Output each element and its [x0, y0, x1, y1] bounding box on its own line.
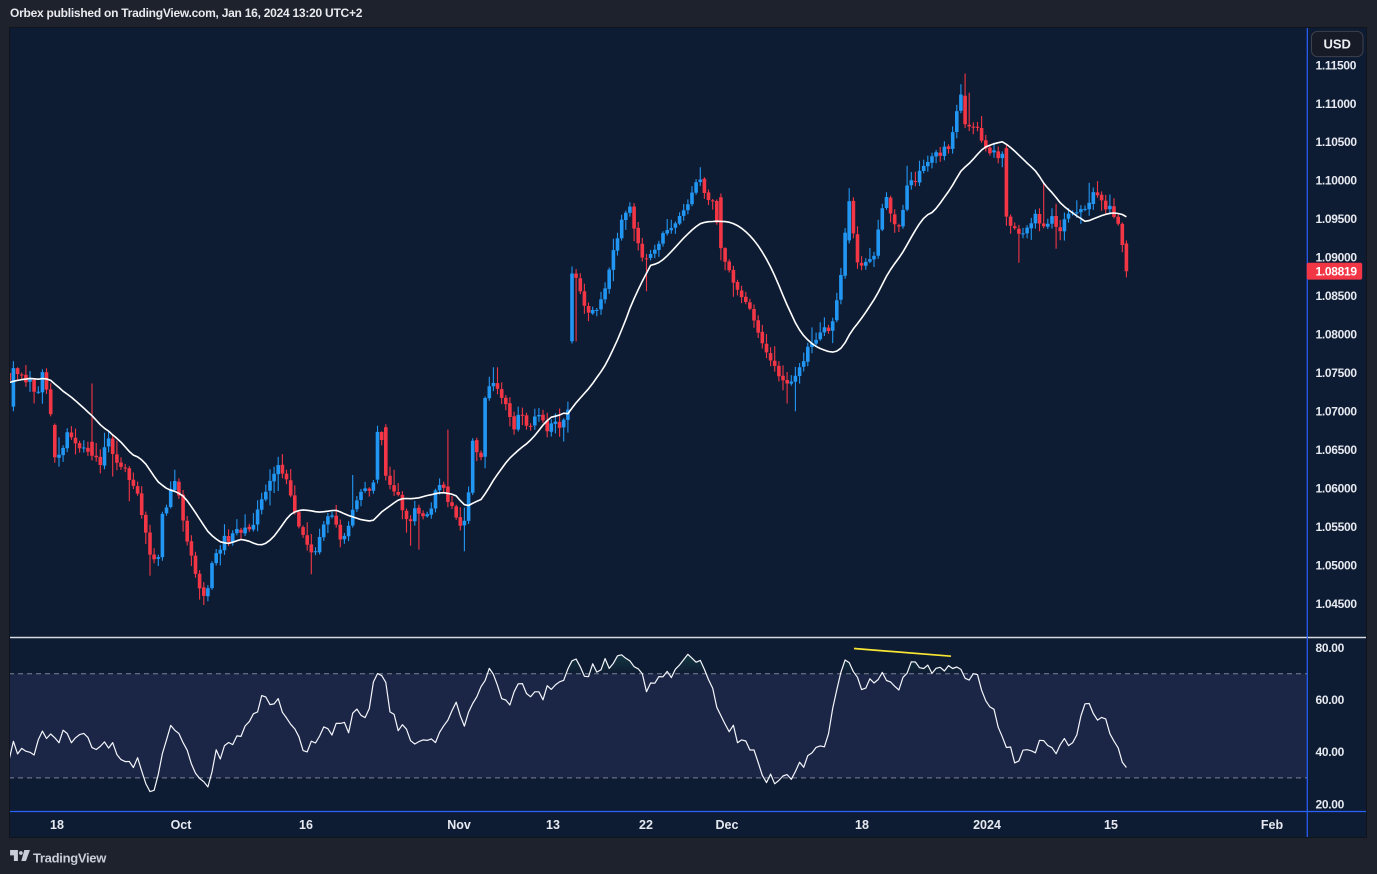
svg-text:1.10000: 1.10000	[1316, 174, 1358, 188]
svg-text:Feb: Feb	[1261, 818, 1284, 832]
svg-text:18: 18	[50, 818, 64, 832]
svg-text:1.11500: 1.11500	[1316, 58, 1357, 72]
svg-text:1.07000: 1.07000	[1316, 405, 1358, 419]
svg-text:1.05500: 1.05500	[1316, 520, 1358, 534]
svg-text:TradingView: TradingView	[33, 851, 107, 866]
svg-text:60.00: 60.00	[1316, 693, 1345, 707]
svg-text:1.10500: 1.10500	[1316, 135, 1358, 149]
svg-text:40.00: 40.00	[1316, 745, 1345, 759]
svg-text:USD: USD	[1323, 36, 1350, 51]
svg-text:1.09000: 1.09000	[1316, 251, 1358, 265]
svg-text:20.00: 20.00	[1316, 797, 1345, 811]
svg-text:1.11000: 1.11000	[1316, 97, 1357, 111]
svg-text:22: 22	[639, 818, 653, 832]
svg-text:18: 18	[855, 818, 869, 832]
svg-text:15: 15	[1104, 818, 1118, 832]
svg-text:1.08819: 1.08819	[1316, 265, 1358, 279]
svg-text:1.09500: 1.09500	[1316, 212, 1358, 226]
svg-text:Oct: Oct	[171, 818, 193, 832]
svg-text:16: 16	[299, 818, 313, 832]
svg-text:1.06000: 1.06000	[1316, 481, 1358, 495]
svg-text:1.08000: 1.08000	[1316, 328, 1358, 342]
svg-text:2024: 2024	[973, 818, 1001, 832]
svg-text:1.06500: 1.06500	[1316, 443, 1358, 457]
svg-text:1.07500: 1.07500	[1316, 366, 1358, 380]
svg-text:Nov: Nov	[447, 818, 471, 832]
svg-text:1.04500: 1.04500	[1316, 597, 1358, 611]
svg-text:13: 13	[546, 818, 560, 832]
svg-text:1.08500: 1.08500	[1316, 289, 1358, 303]
svg-text:Dec: Dec	[716, 818, 739, 832]
svg-text:1.05000: 1.05000	[1316, 558, 1358, 572]
svg-text:80.00: 80.00	[1316, 641, 1345, 655]
